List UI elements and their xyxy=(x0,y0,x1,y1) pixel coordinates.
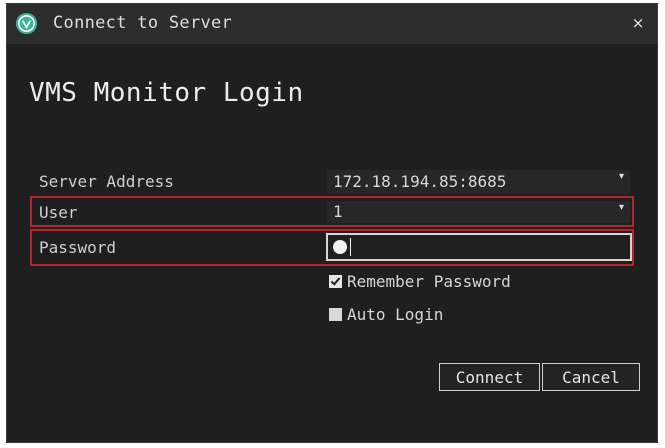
close-icon[interactable]: × xyxy=(629,14,647,32)
password-field[interactable] xyxy=(326,233,632,261)
cancel-button[interactable]: Cancel xyxy=(542,363,640,391)
chevron-down-icon[interactable]: ▾ xyxy=(619,171,624,182)
password-label: Password xyxy=(39,238,117,257)
page-title: VMS Monitor Login xyxy=(29,78,304,108)
text-cursor-dot xyxy=(333,240,347,254)
text-caret xyxy=(350,238,351,256)
app-logo-icon xyxy=(15,12,38,35)
user-combobox[interactable]: 1 ▾ xyxy=(327,201,630,223)
server-address-combobox[interactable]: 172.18.194.85:8685 ▾ xyxy=(327,170,630,194)
server-address-label: Server Address xyxy=(39,172,174,191)
auto-login-label[interactable]: Auto Login xyxy=(347,305,443,324)
connect-dialog: Connect to Server × VMS Monitor Login Se… xyxy=(6,3,658,443)
server-address-value: 172.18.194.85:8685 xyxy=(333,172,507,191)
auto-login-checkbox[interactable] xyxy=(329,308,342,321)
connect-button[interactable]: Connect xyxy=(439,363,540,391)
remember-password-checkbox[interactable] xyxy=(329,275,342,288)
window-title: Connect to Server xyxy=(53,13,233,33)
user-label: User xyxy=(39,203,78,222)
remember-password-label[interactable]: Remember Password xyxy=(347,272,511,291)
chevron-down-icon[interactable]: ▾ xyxy=(619,202,624,213)
title-bar: Connect to Server × xyxy=(7,4,657,44)
user-value: 1 xyxy=(333,202,343,221)
